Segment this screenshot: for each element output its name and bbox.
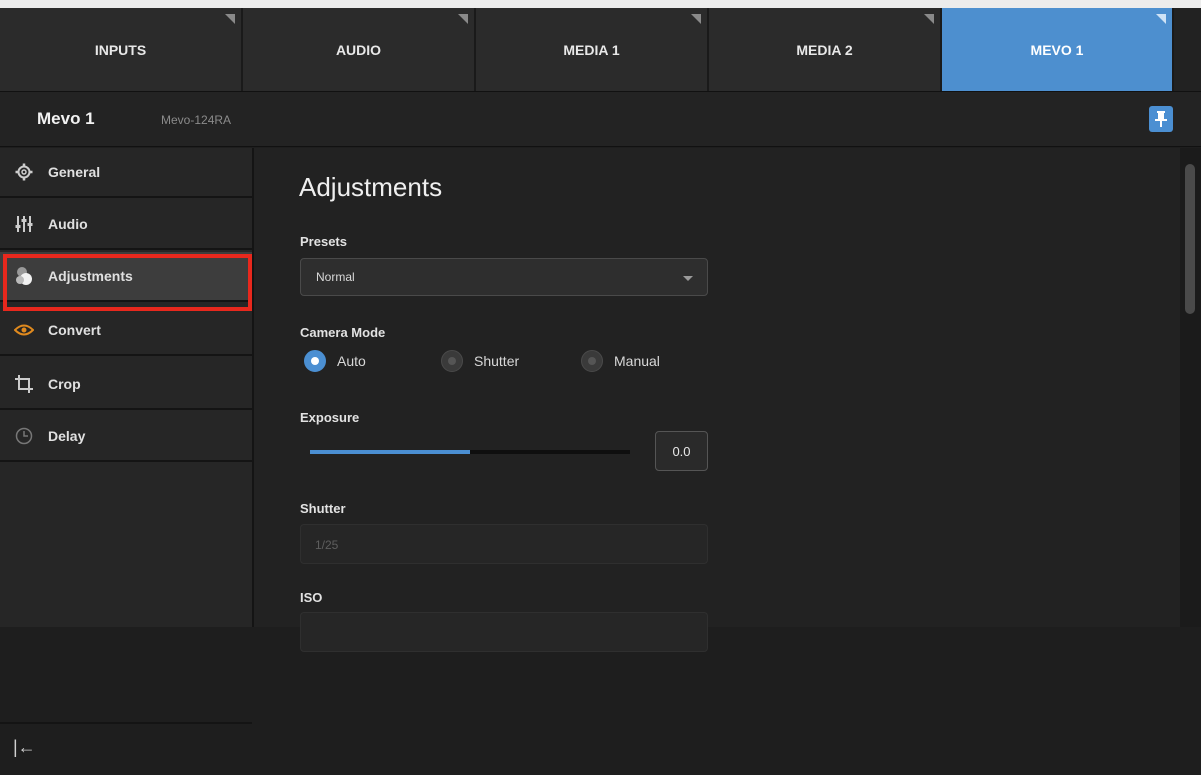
source-title: Mevo 1 — [37, 109, 95, 128]
exposure-label: Exposure — [300, 410, 360, 425]
selection-highlight-box — [3, 254, 252, 311]
corner-indicator-icon — [691, 14, 701, 24]
sidebar-item-crop[interactable]: Crop — [0, 360, 252, 410]
top-tab-bar: INPUTS AUDIO MEDIA 1 MEDIA 2 MEVO 1 — [0, 0, 1201, 91]
scrollbar[interactable] — [1180, 148, 1201, 627]
collapse-sidebar-button[interactable]: |← — [0, 722, 252, 775]
corner-indicator-icon — [924, 14, 934, 24]
presets-dropdown[interactable]: Normal — [300, 258, 708, 296]
sidebar-item-audio[interactable]: Audio — [0, 200, 252, 250]
sidebar-item-label: General — [48, 164, 101, 180]
tab-inputs[interactable]: INPUTS — [0, 8, 243, 91]
mixer-sliders-icon — [13, 213, 35, 235]
sidebar-item-label: Audio — [48, 216, 88, 232]
sidebar-item-general[interactable]: General — [0, 148, 252, 198]
settings-sidebar: General Audio Adjustments Convert Crop D… — [0, 148, 254, 757]
tab-media-2[interactable]: MEDIA 2 — [709, 8, 942, 91]
corner-indicator-icon — [225, 14, 235, 24]
scrollbar-thumb[interactable] — [1185, 164, 1195, 314]
corner-indicator-icon — [458, 14, 468, 24]
tab-label: MEVO 1 — [1030, 41, 1084, 58]
tab-audio[interactable]: AUDIO — [243, 8, 476, 91]
tab-bar-end — [1174, 8, 1201, 91]
exposure-slider[interactable] — [310, 450, 630, 454]
sidebar-item-label: Convert — [48, 322, 101, 338]
top-edge — [0, 0, 1201, 8]
radio-icon — [581, 350, 603, 372]
tab-media-1[interactable]: MEDIA 1 — [476, 8, 709, 91]
chevron-down-icon — [683, 276, 693, 281]
exposure-value-field[interactable]: 0.0 — [655, 431, 708, 471]
tab-label: INPUTS — [94, 41, 147, 58]
pin-icon — [1155, 111, 1167, 127]
clock-icon — [13, 425, 35, 447]
tab-label: AUDIO — [335, 41, 382, 58]
sidebar-item-label: Delay — [48, 428, 86, 444]
radio-icon — [304, 350, 326, 372]
iso-field[interactable] — [300, 612, 708, 652]
radio-icon — [441, 350, 463, 372]
pin-button[interactable] — [1149, 106, 1173, 132]
tab-label: MEDIA 2 — [796, 41, 853, 58]
adjustments-panel: Adjustments Presets Normal Camera Mode A… — [254, 148, 1201, 652]
collapse-arrow-icon: |← — [13, 737, 36, 757]
gear-icon — [13, 161, 35, 183]
presets-value: Normal — [316, 270, 355, 284]
source-header: Mevo 1 Mevo-124RA — [0, 91, 1201, 147]
corner-indicator-icon — [1156, 14, 1166, 24]
shutter-label: Shutter — [300, 501, 346, 516]
tab-mevo-1[interactable]: MEVO 1 — [942, 8, 1174, 91]
camera-mode-label: Camera Mode — [300, 325, 386, 340]
source-device-id: Mevo-124RA — [161, 113, 232, 127]
page-title: Adjustments — [299, 172, 443, 202]
crop-icon — [13, 373, 35, 395]
shutter-value: 1/25 — [315, 538, 339, 552]
camera-mode-auto-radio[interactable]: Auto — [304, 350, 366, 372]
tab-label: MEDIA 1 — [563, 41, 620, 58]
sidebar-item-delay[interactable]: Delay — [0, 412, 252, 462]
radio-label: Manual — [614, 353, 660, 369]
iso-label: ISO — [300, 590, 323, 605]
radio-label: Shutter — [474, 353, 520, 369]
camera-mode-manual-radio[interactable]: Manual — [581, 350, 660, 372]
presets-label: Presets — [300, 234, 347, 249]
shutter-field[interactable]: 1/25 — [300, 524, 708, 564]
camera-mode-shutter-radio[interactable]: Shutter — [441, 350, 519, 372]
convert-eye-icon — [13, 319, 35, 341]
sidebar-item-label: Crop — [48, 376, 81, 392]
sidebar-item-convert[interactable]: Convert — [0, 306, 252, 356]
exposure-slider-fill — [310, 450, 470, 454]
radio-label: Auto — [337, 353, 366, 369]
